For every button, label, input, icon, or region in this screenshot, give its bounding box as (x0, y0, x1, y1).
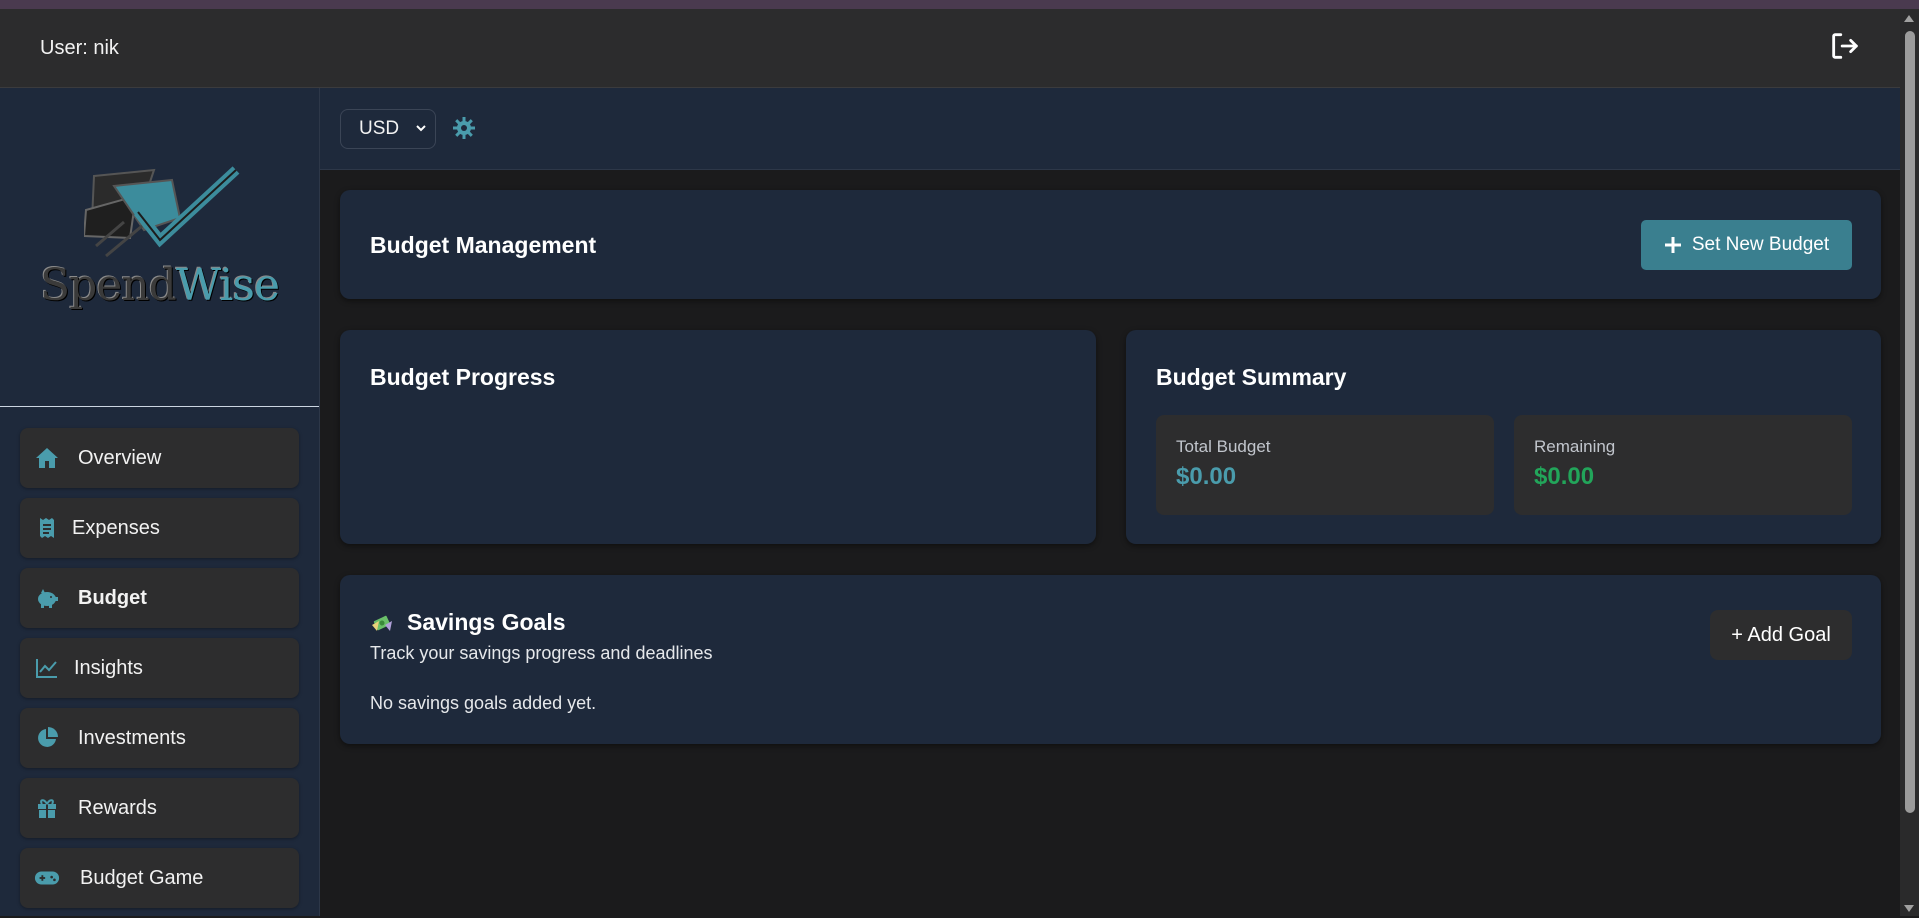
savings-goals-subtitle: Track your savings progress and deadline… (370, 643, 713, 663)
home-icon (34, 445, 60, 471)
brand-wordmark: SpendWise (0, 260, 319, 311)
set-new-budget-label: Set New Budget (1691, 234, 1830, 255)
currency-value: USD (359, 118, 400, 139)
sidebar-item-label: Overview (78, 446, 162, 469)
logout-icon (1832, 33, 1858, 59)
sidebar-item-investments[interactable]: Investments (20, 708, 299, 768)
sidebar: SpendWise Overview Expenses Budget Insig… (0, 88, 320, 916)
logo-mark-icon (84, 166, 240, 258)
sidebar-item-label: Budget Game (80, 866, 204, 889)
total-budget-box: Total Budget $0.00 (1156, 415, 1494, 515)
gamepad-icon (34, 865, 60, 891)
page-title: Budget Management (370, 232, 597, 258)
add-goal-button[interactable]: + Add Goal (1710, 610, 1852, 660)
sidebar-item-label: Insights (74, 656, 143, 679)
gear-icon (453, 117, 475, 139)
settings-button[interactable] (452, 116, 476, 145)
line-chart-icon (34, 655, 60, 681)
currency-select[interactable]: USD (340, 109, 436, 149)
total-budget-label: Total Budget (1176, 437, 1271, 456)
brand-name-part2: Wise (175, 260, 280, 311)
scroll-up-arrow-icon[interactable] (1904, 15, 1914, 22)
remaining-box: Remaining $0.00 (1514, 415, 1852, 515)
set-new-budget-button[interactable]: Set New Budget (1641, 220, 1852, 270)
scroll-thumb[interactable] (1905, 31, 1915, 813)
logout-button[interactable] (1828, 29, 1862, 63)
brand-logo: SpendWise (0, 88, 319, 407)
savings-goals-empty-text: No savings goals added yet. (370, 693, 597, 713)
savings-goals-card: Savings Goals Track your savings progres… (340, 575, 1881, 744)
user-label: User: nik (40, 37, 119, 59)
total-budget-value: $0.00 (1176, 463, 1237, 490)
sidebar-item-label: Investments (78, 726, 186, 749)
top-bar: User: nik (0, 9, 1900, 88)
budget-summary-title: Budget Summary (1156, 364, 1347, 390)
brand-name-part1: Spend (39, 260, 177, 311)
sidebar-item-label: Rewards (78, 796, 157, 819)
sidebar-item-overview[interactable]: Overview (20, 428, 299, 488)
gift-icon (34, 795, 60, 821)
sidebar-item-budget-game[interactable]: Budget Game (20, 848, 299, 908)
budget-progress-card: Budget Progress (340, 330, 1096, 544)
scroll-down-arrow-icon[interactable] (1904, 905, 1914, 912)
budget-summary-card: Budget Summary Total Budget $0.00 Remain… (1126, 330, 1881, 544)
sidebar-item-label: Budget (78, 586, 147, 609)
sidebar-nav: Overview Expenses Budget Insights Invest… (20, 428, 299, 918)
page-scrollbar[interactable] (1900, 9, 1919, 916)
piggy-bank-icon (34, 585, 60, 611)
sidebar-item-expenses[interactable]: Expenses (20, 498, 299, 558)
sidebar-item-insights[interactable]: Insights (20, 638, 299, 698)
money-wings-icon (370, 611, 394, 640)
budget-progress-title: Budget Progress (370, 364, 556, 390)
remaining-value: $0.00 (1534, 463, 1595, 490)
sidebar-item-label: Expenses (72, 516, 160, 539)
browser-top-strip (0, 0, 1919, 9)
chevron-down-icon (416, 125, 426, 132)
plus-icon (1664, 237, 1681, 253)
savings-goals-title: Savings Goals (407, 609, 566, 635)
pie-chart-icon (34, 725, 60, 751)
sidebar-item-rewards[interactable]: Rewards (20, 778, 299, 838)
remaining-label: Remaining (1534, 437, 1616, 456)
sidebar-item-budget[interactable]: Budget (20, 568, 299, 628)
receipt-icon (34, 515, 60, 541)
sub-header: USD (320, 88, 1900, 170)
